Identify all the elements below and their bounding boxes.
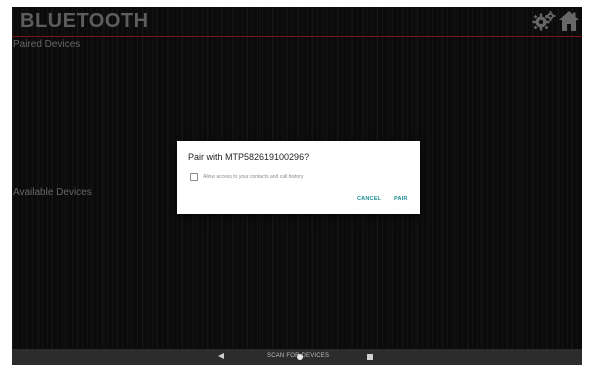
contacts-access-label: Allow access to your contacts and call h…	[203, 174, 304, 180]
back-triangle-icon[interactable]	[218, 353, 224, 359]
home-circle-icon[interactable]	[297, 354, 303, 360]
pair-button[interactable]: PAIR	[394, 196, 408, 202]
device-screen: BLUETOOTH Paired Devices Available Devic…	[12, 7, 582, 365]
contacts-access-option[interactable]: Allow access to your contacts and call h…	[190, 173, 303, 181]
pairing-dialog: Pair with MTP582619100296? Allow access …	[177, 141, 420, 214]
cancel-button[interactable]: CANCEL	[357, 196, 381, 202]
bottom-nav-bar: SCAN FOR DEVICES	[12, 349, 582, 365]
contacts-access-checkbox[interactable]	[190, 173, 198, 181]
recents-square-icon[interactable]	[367, 354, 373, 360]
dialog-title: Pair with MTP582619100296?	[188, 152, 310, 162]
